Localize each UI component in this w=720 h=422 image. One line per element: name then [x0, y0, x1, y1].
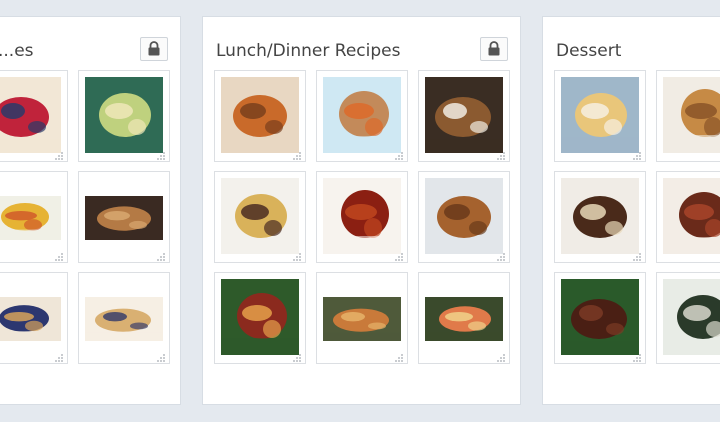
pin-image [323, 297, 401, 341]
pin-image [561, 178, 639, 254]
pancakes-blueberries-pin[interactable] [0, 272, 68, 364]
pin-image [0, 297, 61, 341]
lock-icon [488, 41, 500, 56]
board-title: Dessert [556, 41, 622, 61]
resize-grip-icon [54, 350, 64, 362]
lock-button[interactable] [480, 37, 508, 61]
board-lunch-dinner[interactable]: Lunch/Dinner Recipes [202, 16, 521, 405]
pin-image [85, 77, 163, 153]
resize-grip-icon [292, 249, 302, 261]
roast-chicken-pin[interactable] [214, 70, 306, 162]
steak-plate-pin[interactable] [418, 70, 510, 162]
resize-grip-icon [496, 350, 506, 362]
pin-image [561, 279, 639, 355]
resize-grip-icon [632, 148, 642, 160]
salmon-herbs-pin[interactable] [418, 272, 510, 364]
pin-image [663, 178, 720, 254]
pin-image [85, 297, 163, 341]
tiramisu-pin[interactable] [554, 171, 646, 263]
resize-grip-icon [394, 249, 404, 261]
resize-grip-icon [156, 148, 166, 160]
pin-image [663, 77, 720, 153]
resize-grip-icon [292, 148, 302, 160]
muffins-tray-pin[interactable] [78, 171, 170, 263]
board-dessert[interactable]: Dessert [542, 16, 720, 405]
egg-salad-pin[interactable] [78, 70, 170, 162]
fudge-pin[interactable] [554, 272, 646, 364]
resize-grip-icon [496, 148, 506, 160]
resize-grip-icon [394, 148, 404, 160]
pin-image [323, 77, 401, 153]
pork-chop-pin[interactable] [418, 171, 510, 263]
pin-image [85, 196, 163, 240]
pin-image [0, 196, 61, 240]
board-title: ...es [0, 41, 34, 61]
brownies-pin[interactable] [656, 171, 720, 263]
resize-grip-icon [496, 249, 506, 261]
cheesecake-pin[interactable] [656, 272, 720, 364]
pin-image [561, 77, 639, 153]
resize-grip-icon [156, 249, 166, 261]
pin-image [0, 77, 61, 153]
pancake-berries-pin[interactable] [0, 70, 68, 162]
boards-canvas: ...es Lunch/Dinner Recipes Dessert [0, 0, 720, 422]
board-title: Lunch/Dinner Recipes [216, 41, 401, 61]
resize-grip-icon [156, 350, 166, 362]
pin-image [663, 279, 720, 355]
meatballs-sauce-pin[interactable] [316, 171, 408, 263]
pin-image [425, 297, 503, 341]
quinoa-salad-pin[interactable] [316, 70, 408, 162]
resize-grip-icon [632, 249, 642, 261]
glazed-chicken-pin[interactable] [214, 272, 306, 364]
lock-button[interactable] [140, 37, 168, 61]
blueberry-muffins-pin[interactable] [78, 272, 170, 364]
beef-noodles-pin[interactable] [214, 171, 306, 263]
resize-grip-icon [394, 350, 404, 362]
pin-image [323, 178, 401, 254]
pin-image [221, 178, 299, 254]
resize-grip-icon [54, 148, 64, 160]
lock-icon [148, 41, 160, 56]
pin-image [221, 279, 299, 355]
cookie-stack-pin[interactable] [656, 70, 720, 162]
pound-cake-pin[interactable] [554, 70, 646, 162]
board-breakfast[interactable]: ...es [0, 16, 181, 405]
resize-grip-icon [292, 350, 302, 362]
pin-image [221, 77, 299, 153]
pin-image [425, 77, 503, 153]
resize-grip-icon [54, 249, 64, 261]
resize-grip-icon [632, 350, 642, 362]
grilled-salmon-pin[interactable] [316, 272, 408, 364]
pin-image [425, 178, 503, 254]
veggie-frittata-pin[interactable] [0, 171, 68, 263]
